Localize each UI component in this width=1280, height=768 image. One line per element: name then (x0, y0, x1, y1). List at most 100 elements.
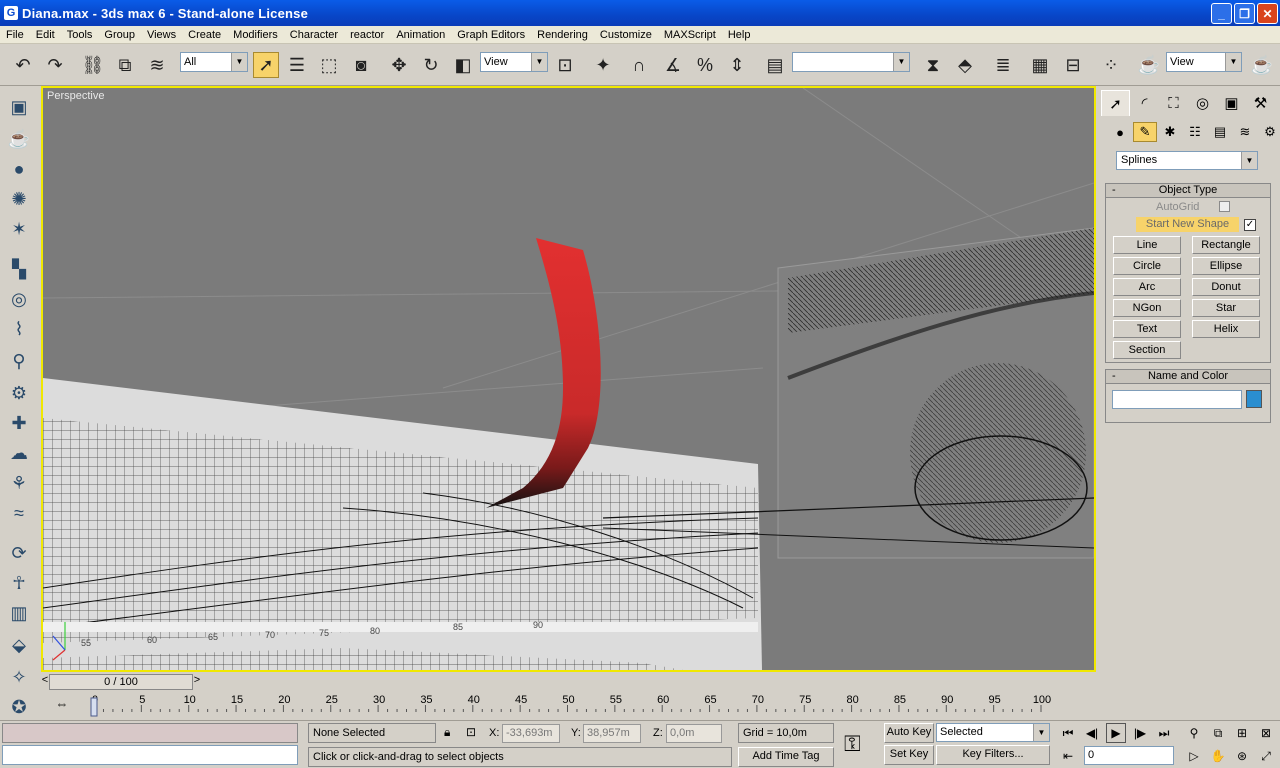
app-icon[interactable]: G (4, 6, 18, 20)
key-mode-dropdown[interactable]: Selected ▼ (936, 723, 1050, 742)
rigid-body-icon[interactable]: ⬙ (6, 632, 32, 658)
key-filters-button[interactable]: Key Filters... (936, 745, 1050, 765)
align-icon[interactable]: ⬘ (952, 52, 978, 78)
display-tab-icon[interactable]: ▣ (1217, 90, 1246, 116)
sphere-icon[interactable]: ● (6, 156, 32, 182)
maximize-viewport-icon[interactable]: ⤢ (1256, 746, 1276, 766)
time-cursor[interactable] (90, 697, 98, 717)
zoom-extents-all-icon[interactable]: ⊠ (1256, 723, 1276, 743)
select-and-link-icon[interactable]: ⛓ (80, 52, 106, 78)
mirror-icon[interactable]: ⧗ (920, 52, 946, 78)
cameras-icon[interactable]: ☷ (1183, 122, 1207, 142)
minimize-button[interactable]: _ (1211, 3, 1232, 24)
name-and-color-header[interactable]: - Name and Color (1106, 370, 1270, 384)
auto-key-button[interactable]: Auto Key (884, 723, 934, 743)
unlink-icon[interactable]: ⧉ (112, 52, 138, 78)
helix-button[interactable]: Helix (1192, 320, 1260, 338)
menu-tools[interactable]: Tools (61, 29, 99, 41)
y-coordinate-field[interactable]: 38,957m (583, 724, 641, 743)
menu-create[interactable]: Create (182, 29, 227, 41)
lock-icon[interactable]: 🔒︎ (444, 725, 450, 740)
set-key-button[interactable]: Set Key (884, 745, 934, 765)
absolute-mode-icon[interactable]: ⊡ (466, 725, 476, 739)
curve-editor-icon[interactable]: ▦ (1027, 52, 1053, 78)
bind-to-space-warp-icon[interactable]: ≋ (144, 52, 170, 78)
menu-character[interactable]: Character (284, 29, 344, 41)
field-of-view-icon[interactable]: ▷ (1184, 746, 1204, 766)
category-dropdown[interactable]: Splines ▼ (1116, 151, 1258, 170)
quick-render-icon[interactable]: ☕ (1249, 52, 1275, 78)
pivot-center-icon[interactable]: ⊡ (552, 52, 578, 78)
ngon-button[interactable]: NGon (1113, 299, 1181, 317)
helpers-icon[interactable]: ▤ (1208, 122, 1232, 142)
lights-icon[interactable]: ✱ (1158, 122, 1182, 142)
pan-icon[interactable]: ✋ (1208, 746, 1228, 766)
menu-edit[interactable]: Edit (30, 29, 61, 41)
menu-help[interactable]: Help (722, 29, 757, 41)
maxscript-input[interactable] (2, 745, 298, 765)
manipulate-icon[interactable]: ✦ (590, 52, 616, 78)
shapes-icon[interactable]: ✎ (1133, 122, 1157, 142)
section-button[interactable]: Section (1113, 341, 1181, 359)
move-icon[interactable]: ✥ (386, 52, 412, 78)
donut-button[interactable]: Donut (1192, 278, 1260, 296)
current-frame-field[interactable]: 0 (1084, 746, 1174, 765)
rotate-icon[interactable]: ↻ (418, 52, 444, 78)
snap-3d-icon[interactable]: ∩ (626, 52, 652, 78)
motion-tab-icon[interactable]: ◎ (1188, 90, 1217, 116)
helpers-icon[interactable]: ✶ (6, 216, 32, 242)
scale-icon[interactable]: ◧ (450, 52, 476, 78)
utility-icon[interactable]: ✪ (6, 694, 32, 720)
star-button[interactable]: Star (1192, 299, 1260, 317)
menu-customize[interactable]: Customize (594, 29, 658, 41)
circle-button[interactable]: Circle (1113, 257, 1181, 275)
x-coordinate-field[interactable]: -33,693m (502, 724, 560, 743)
time-prev-button[interactable]: < (41, 674, 49, 686)
named-selection-dropdown[interactable]: ▼ (792, 52, 910, 72)
ragdoll-icon[interactable]: ✧ (6, 664, 32, 690)
teapot-icon[interactable]: ☕ (6, 126, 32, 152)
create-tab-icon[interactable]: ➚ (1101, 90, 1130, 116)
zoom-all-icon[interactable]: ⧉ (1208, 723, 1228, 743)
undo-icon[interactable]: ↶ (10, 52, 36, 78)
utilities-tab-icon[interactable]: ⚒ (1246, 90, 1275, 116)
maximize-button[interactable]: ❐ (1234, 3, 1255, 24)
previous-frame-icon[interactable]: ◀| (1082, 723, 1102, 743)
menu-group[interactable]: Group (98, 29, 141, 41)
lights-icon[interactable]: ✺ (6, 186, 32, 212)
objects-icon[interactable]: ▣ (6, 94, 32, 120)
menu-maxscript[interactable]: MAXScript (658, 29, 722, 41)
zoom-extents-icon[interactable]: ⊞ (1232, 723, 1252, 743)
select-by-name-icon[interactable]: ☰ (284, 52, 310, 78)
ellipse-button[interactable]: Ellipse (1192, 257, 1260, 275)
layer-manager-icon[interactable]: ≣ (990, 52, 1016, 78)
object-name-input[interactable] (1112, 390, 1242, 409)
add-time-tag-button[interactable]: Add Time Tag (738, 747, 834, 767)
z-coordinate-field[interactable]: 0,0m (666, 724, 722, 743)
hierarchy-tab-icon[interactable]: ⛶ (1159, 90, 1188, 116)
time-slider[interactable]: 0 / 100 (49, 674, 193, 690)
render-type-dropdown[interactable]: View ▼ (1166, 52, 1242, 72)
arc-rotate-icon[interactable]: ⊛ (1232, 746, 1252, 766)
schematic-view-icon[interactable]: ⊟ (1060, 52, 1086, 78)
reference-coord-dropdown[interactable]: View ▼ (480, 52, 548, 72)
menu-modifiers[interactable]: Modifiers (227, 29, 284, 41)
start-new-shape-checkbox[interactable]: ✓ (1244, 219, 1256, 231)
figure-icon[interactable]: ☥ (6, 570, 32, 596)
play-icon[interactable]: ▶ (1106, 723, 1126, 743)
maxscript-listener-mini[interactable] (2, 723, 298, 743)
bone-icon[interactable]: ✚ (6, 410, 32, 436)
text-button[interactable]: Text (1113, 320, 1181, 338)
zoom-icon[interactable]: ⚲ (1184, 723, 1204, 743)
menu-file[interactable]: File (0, 29, 30, 41)
rectangle-button[interactable]: Rectangle (1192, 236, 1260, 254)
viewport-label[interactable]: Perspective (47, 90, 104, 102)
rectangular-selection-icon[interactable]: ⬚ (316, 52, 342, 78)
systems-icon[interactable]: ⚙ (1258, 122, 1280, 142)
cloth-icon[interactable]: ▥ (6, 600, 32, 626)
material-editor-icon[interactable]: ⁘ (1098, 52, 1124, 78)
biped-icon[interactable]: ⚘ (6, 470, 32, 496)
space-warps-icon[interactable]: ≋ (1233, 122, 1257, 142)
geometry-icon[interactable]: ● (1108, 122, 1132, 142)
selection-filter-dropdown[interactable]: All ▼ (180, 52, 248, 72)
